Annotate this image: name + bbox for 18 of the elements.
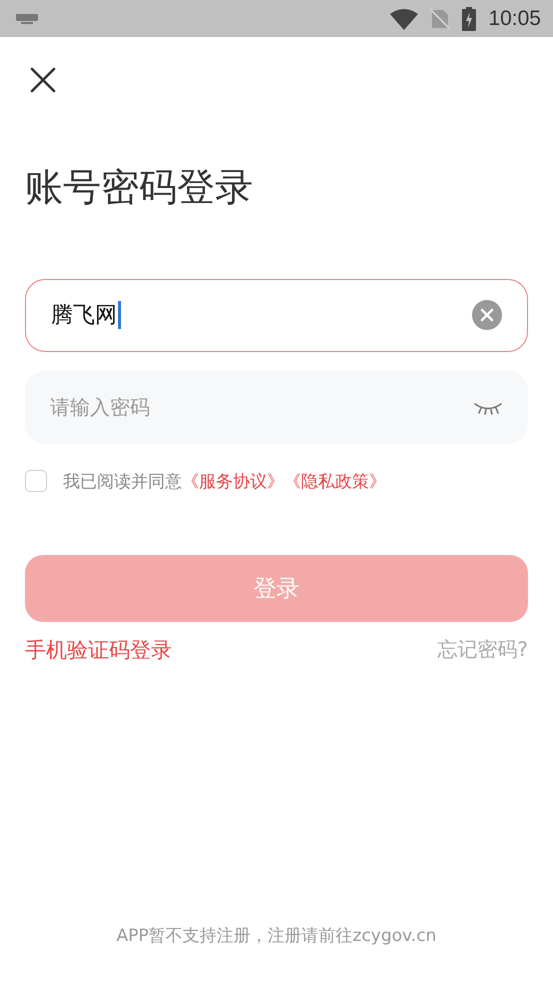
sms-login-link[interactable]: 手机验证码登录 xyxy=(25,636,172,664)
clock-time: 10:05 xyxy=(488,6,541,30)
forgot-password-link[interactable]: 忘记密码? xyxy=(437,636,528,664)
no-sim-icon xyxy=(430,8,450,30)
clear-icon[interactable] xyxy=(472,300,502,330)
username-field[interactable]: 腾飞网 xyxy=(25,278,528,352)
policy-link[interactable]: 《隐私政策》 xyxy=(284,470,386,493)
agreement-checkbox[interactable] xyxy=(25,470,47,492)
battery-charging-icon xyxy=(462,6,476,30)
eye-closed-icon[interactable] xyxy=(473,400,503,415)
keyboard-icon xyxy=(16,14,38,24)
close-icon[interactable] xyxy=(30,67,56,93)
page-title: 账号密码登录 xyxy=(25,165,253,211)
wifi-icon xyxy=(390,8,418,30)
policy-link[interactable]: 《服务协议》 xyxy=(182,470,284,493)
footer-note: APP暂不支持注册，注册请前往zcygov.cn xyxy=(116,925,436,947)
password-field[interactable]: 请输入密码 xyxy=(25,370,528,444)
agreement-text: 我已阅读并同意 xyxy=(63,470,182,493)
